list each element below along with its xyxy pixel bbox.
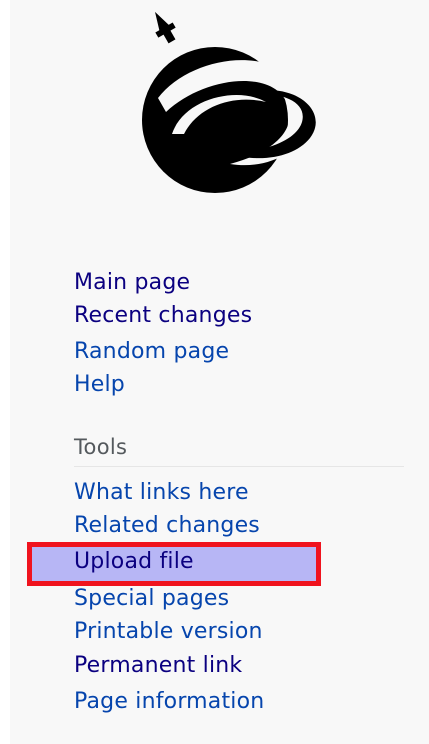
tool-special-pages[interactable]: Special pages (74, 582, 229, 615)
site-logo-icon[interactable] (118, 2, 328, 202)
tool-what-links-here[interactable]: What links here (74, 476, 249, 509)
nav-recent-changes[interactable]: Recent changes (74, 299, 252, 332)
tool-related-changes[interactable]: Related changes (74, 509, 260, 542)
tool-upload-file[interactable]: Upload file (74, 545, 194, 578)
tools-heading: Tools (74, 435, 128, 459)
tool-permanent-link[interactable]: Permanent link (74, 649, 242, 682)
nav-main-page[interactable]: Main page (74, 266, 190, 299)
tools-divider (74, 466, 404, 467)
tool-printable-version[interactable]: Printable version (74, 615, 263, 648)
tool-page-information[interactable]: Page information (74, 685, 264, 718)
nav-random-page[interactable]: Random page (74, 335, 229, 368)
nav-help[interactable]: Help (74, 368, 125, 401)
